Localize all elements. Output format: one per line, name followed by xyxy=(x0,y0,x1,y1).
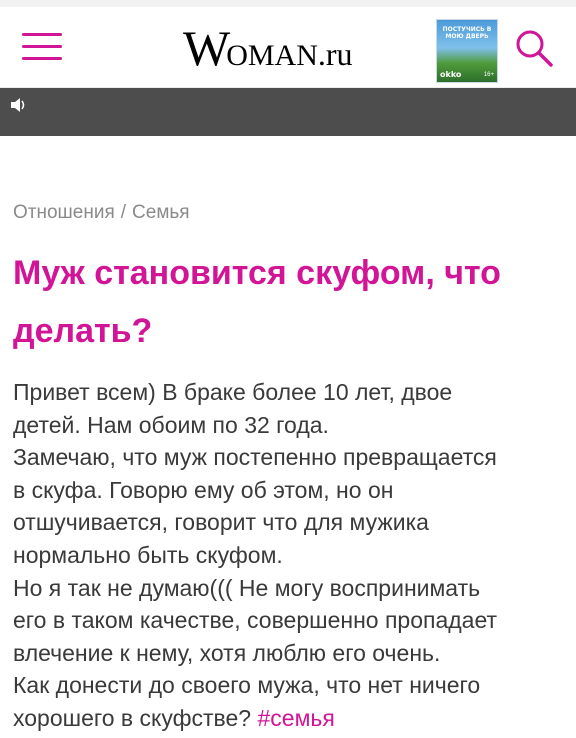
site-logo[interactable]: WOMAN.ru xyxy=(183,23,353,73)
breadcrumb-separator: / xyxy=(120,202,127,223)
article-line: Замечаю, что муж постепенно превращается xyxy=(13,444,497,471)
promo-rating: 16+ xyxy=(483,72,494,78)
menu-bar xyxy=(22,57,62,60)
article-line: Но я так не думаю((( Не могу воспринимат… xyxy=(13,574,481,601)
menu-bar xyxy=(22,33,62,36)
article-line: Привет всем) В браке более 10 лет, двое xyxy=(13,379,453,405)
hashtag-link[interactable]: #семья xyxy=(258,705,335,731)
article-line: отшучивается, говорит что для мужика xyxy=(13,509,429,536)
article-line: нормально быть скуфом. xyxy=(13,541,283,568)
article-line: его в таком качестве, совершенно пропада… xyxy=(13,607,498,634)
search-icon[interactable] xyxy=(512,27,556,71)
menu-bar xyxy=(22,45,62,48)
article-line: Как донести до своего мужа, что нет ниче… xyxy=(13,672,481,699)
promo-banner[interactable]: ПОСТУЧИСЬ В МОЮ ДВЕРЬ okko 16+ xyxy=(436,19,498,83)
breadcrumb: Отношения / Семья xyxy=(13,200,190,226)
logo-domain: .ru xyxy=(317,36,353,72)
article-line: влечение к нему, хотя люблю его очень. xyxy=(13,639,441,666)
article-line: хорошего в скуфстве? xyxy=(13,704,252,731)
article-line: в скуфа. Говорю ему об этом, но он xyxy=(13,476,394,503)
promo-brand: okko xyxy=(440,70,462,79)
article-line: детей. Нам обоим по 32 года. xyxy=(13,411,329,438)
site-header: WOMAN.ru ПОСТУЧИСЬ В МОЮ ДВЕРЬ okko 16+ xyxy=(0,7,576,88)
speaker-icon[interactable] xyxy=(0,88,576,136)
logo-text: OMAN xyxy=(226,39,318,72)
article-title: Муж становится скуфом, что делать? xyxy=(13,254,501,350)
top-strip xyxy=(0,0,576,7)
hamburger-icon[interactable] xyxy=(22,29,62,63)
breadcrumb-link-relations[interactable]: Отношения xyxy=(13,202,115,223)
promo-title: ПОСТУЧИСЬ В МОЮ ДВЕРЬ xyxy=(442,26,492,40)
breadcrumb-link-family[interactable]: Семья xyxy=(132,202,190,223)
logo-letter-w: W xyxy=(183,20,230,76)
article-body: Привет всем) В браке более 10 лет, двое … xyxy=(13,376,568,735)
